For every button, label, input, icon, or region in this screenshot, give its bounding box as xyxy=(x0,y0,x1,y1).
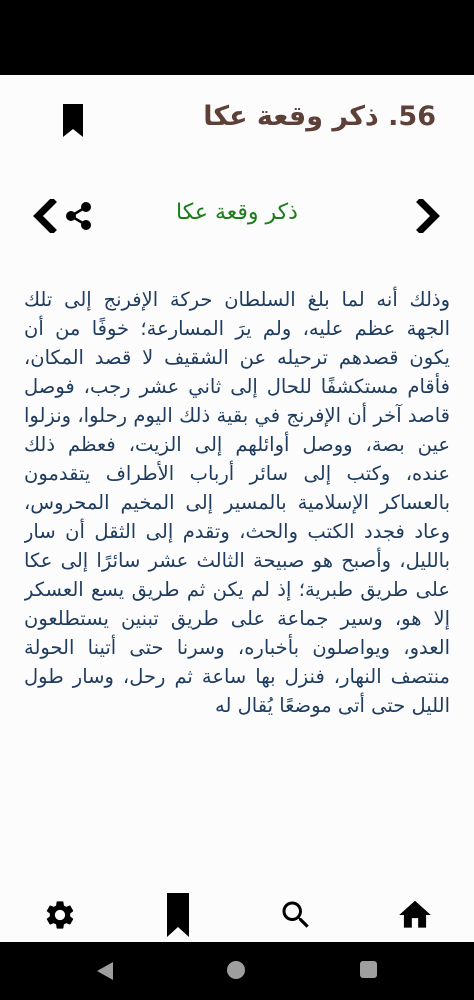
chapter-title: 56. ذكر وقعة عكا xyxy=(203,101,436,132)
search-tab[interactable] xyxy=(276,895,316,935)
chevron-right-icon[interactable] xyxy=(413,199,445,233)
section-nav: ذكر وقعة عكا xyxy=(0,190,474,240)
home-circle-icon[interactable] xyxy=(227,961,245,979)
app-screen: 56. ذكر وقعة عكا ذكر وقعة عكا وذلك أنه ل… xyxy=(0,75,474,942)
title-row: 56. ذكر وقعة عكا xyxy=(0,75,474,170)
back-icon[interactable] xyxy=(95,961,115,981)
settings-tab[interactable] xyxy=(40,895,80,935)
bottom-navigation xyxy=(0,887,474,942)
search-icon xyxy=(282,901,309,928)
home-icon xyxy=(399,900,431,928)
recents-square-icon[interactable] xyxy=(360,961,377,978)
system-navigation-bar xyxy=(0,942,474,1000)
bookmarks-tab[interactable] xyxy=(158,893,198,937)
section-title: ذكر وقعة عكا xyxy=(176,200,298,225)
chapter-body-text: وذلك أنه لما بلغ السلطان حركة الإفرنج إل… xyxy=(24,288,450,717)
gear-icon xyxy=(46,901,74,929)
bookmark-icon xyxy=(167,893,189,937)
bookmark-icon[interactable] xyxy=(62,104,84,137)
home-tab[interactable] xyxy=(395,895,435,935)
status-bar xyxy=(0,0,474,75)
